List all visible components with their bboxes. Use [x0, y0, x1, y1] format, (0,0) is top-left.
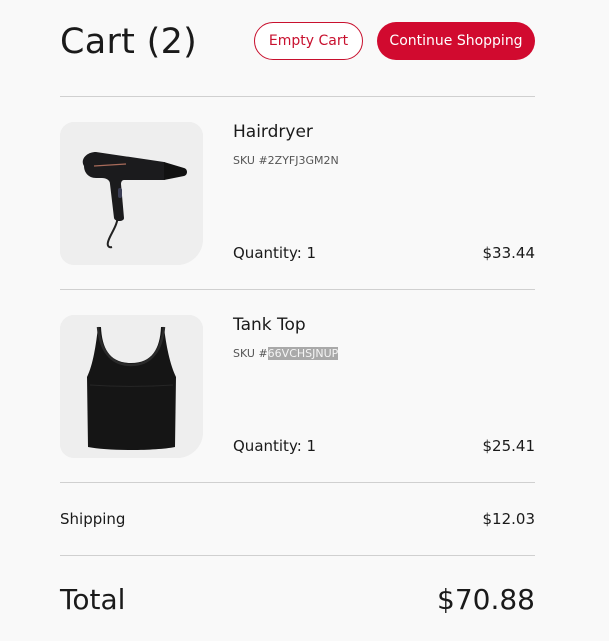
item-quantity: Quantity: 1: [233, 244, 317, 262]
shipping-value: $12.03: [482, 510, 536, 528]
cart-item: Tank Top SKU #66VCHSJNUP Quantity: 1 $25…: [60, 290, 535, 482]
item-name[interactable]: Hairdryer: [233, 122, 313, 142]
page-title: Cart (2): [60, 22, 198, 62]
shipping-label: Shipping: [60, 510, 126, 528]
continue-shopping-button[interactable]: Continue Shopping: [377, 22, 535, 60]
sku-code-selected: 66VCHSJNUP: [267, 347, 339, 360]
shipping-row: Shipping $12.03: [60, 483, 535, 555]
total-label: Total: [60, 583, 126, 616]
item-price: $25.41: [482, 437, 536, 455]
hairdryer-image: [60, 122, 203, 265]
sku-prefix: SKU #: [233, 154, 268, 167]
tank-top-icon: [60, 315, 203, 458]
cart-item: Hairdryer SKU #2ZYFJ3GM2N Quantity: 1 $3…: [60, 97, 535, 289]
total-value: $70.88: [437, 583, 535, 616]
tank-top-image: [60, 315, 203, 458]
empty-cart-button[interactable]: Empty Cart: [254, 22, 363, 60]
sku-code: 2ZYFJ3GM2N: [267, 154, 339, 167]
item-sku: SKU #2ZYFJ3GM2N: [233, 154, 339, 167]
item-name[interactable]: Tank Top: [233, 315, 306, 335]
sku-prefix: SKU #: [233, 347, 268, 360]
cart-header: Cart (2) Empty Cart Continue Shopping: [60, 0, 535, 96]
item-price: $33.44: [482, 244, 536, 262]
cart-container: Cart (2) Empty Cart Continue Shopping Ha…: [60, 0, 535, 641]
item-quantity: Quantity: 1: [233, 437, 317, 455]
total-row: Total $70.88: [60, 556, 535, 641]
hairdryer-icon: [60, 122, 203, 265]
item-sku: SKU #66VCHSJNUP: [233, 347, 339, 360]
